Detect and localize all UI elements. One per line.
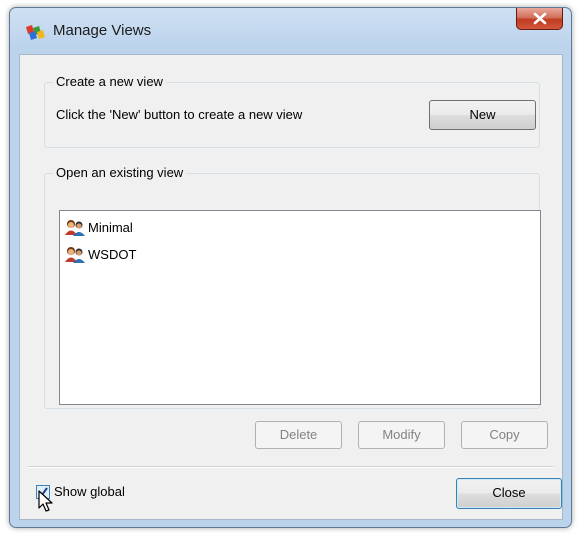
- user-view-icon: [65, 246, 85, 263]
- manage-views-icon: [26, 25, 45, 40]
- show-global-label[interactable]: Show global: [54, 484, 125, 499]
- create-view-instruction: Click the 'New' button to create a new v…: [56, 107, 303, 122]
- existing-view-legend: Open an existing view: [53, 165, 187, 181]
- list-item[interactable]: Minimal: [64, 218, 133, 236]
- new-button[interactable]: New: [429, 100, 536, 130]
- copy-button[interactable]: Copy: [461, 421, 548, 449]
- view-label: Minimal: [88, 219, 133, 235]
- window-title: Manage Views: [53, 22, 152, 39]
- close-button[interactable]: Close: [456, 478, 562, 509]
- list-item[interactable]: WSDOT: [64, 245, 136, 263]
- user-view-icon: [65, 219, 85, 236]
- manage-views-window: Manage Views Create a new view Click the…: [9, 7, 572, 528]
- close-x-icon: [533, 12, 547, 25]
- view-label: WSDOT: [88, 246, 137, 262]
- views-listbox[interactable]: Minimal WSDOT: [59, 210, 541, 405]
- mouse-pointer-icon: [38, 490, 53, 512]
- title-bar[interactable]: Manage Views: [10, 8, 571, 54]
- existing-view-group: Open an existing view Minimal WSDOT: [44, 165, 541, 409]
- delete-button[interactable]: Delete: [255, 421, 342, 449]
- dialog-client-area: Create a new view Click the 'New' button…: [19, 54, 563, 520]
- create-view-legend: Create a new view: [53, 74, 166, 90]
- window-close-button[interactable]: [516, 8, 563, 30]
- footer-separator: [29, 466, 553, 468]
- create-view-group: Create a new view Click the 'New' button…: [44, 74, 540, 148]
- modify-button[interactable]: Modify: [358, 421, 445, 449]
